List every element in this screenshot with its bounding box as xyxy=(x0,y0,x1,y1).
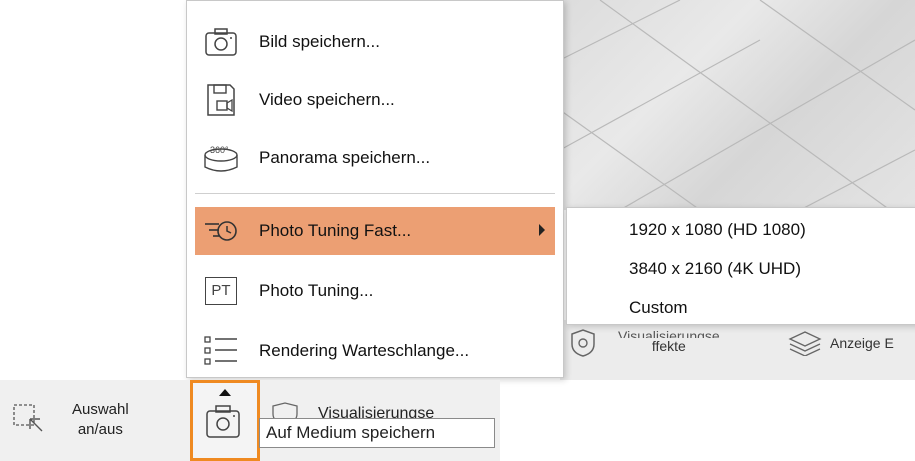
screen: Visualisierungse ffekte Anzeige E Bild s… xyxy=(0,0,915,461)
menu-item-label: Bild speichern... xyxy=(259,32,380,51)
menu-separator xyxy=(195,193,555,194)
save-context-menu: Bild speichern... Video speichern... 360… xyxy=(186,0,564,378)
resolution-submenu: 1920 x 1080 (HD 1080) 3840 x 2160 (4K UH… xyxy=(566,207,915,325)
submenu-item-custom[interactable]: Custom xyxy=(629,298,688,318)
submenu-arrow-icon xyxy=(539,224,545,236)
save-media-graphic xyxy=(206,389,240,438)
display-label: Anzeige E xyxy=(830,335,894,351)
visual-effects-tool[interactable]: Visualisierungse ffekte xyxy=(568,328,720,358)
panorama-360-icon: 360° xyxy=(203,140,239,176)
menu-item-photo-tuning-fast[interactable]: Photo Tuning Fast... xyxy=(195,207,555,255)
list-icon xyxy=(203,333,239,369)
visual-effects-label: Visualisierungse ffekte xyxy=(618,328,720,354)
submenu-item-4k-uhd[interactable]: 3840 x 2160 (4K UHD) xyxy=(629,259,801,279)
visual-effects-label-b: ffekte xyxy=(651,338,686,354)
floor-tiles xyxy=(560,0,915,210)
camera-icon xyxy=(203,24,239,60)
menu-item-render-queue[interactable]: Rendering Warteschlange... xyxy=(195,327,555,375)
floppy-video-icon xyxy=(203,82,239,118)
camera-icon xyxy=(206,410,240,438)
menu-item-label: Video speichern... xyxy=(259,90,395,109)
3d-viewport[interactable] xyxy=(560,0,915,210)
menu-item-save-image[interactable]: Bild speichern... xyxy=(195,18,555,66)
selection-label-1: Auswahl xyxy=(72,401,129,418)
pt-icon: PT xyxy=(203,273,239,309)
selection-toggle-button[interactable]: Auswahl an/aus xyxy=(12,400,129,440)
visual-effects-label-a: Visualisierungse xyxy=(618,328,720,338)
tooltip: Auf Medium speichern xyxy=(259,418,495,448)
menu-item-label: Rendering Warteschlange... xyxy=(259,341,470,360)
display-tool[interactable]: Anzeige E xyxy=(788,330,894,356)
background-toolbar: Visualisierungse ffekte Anzeige E xyxy=(560,320,915,380)
menu-item-label: Photo Tuning Fast... xyxy=(259,221,412,240)
menu-item-save-video[interactable]: Video speichern... xyxy=(195,76,555,124)
dropdown-up-arrow-icon xyxy=(219,389,231,396)
menu-item-save-panorama[interactable]: 360° Panorama speichern... xyxy=(195,134,555,182)
menu-item-label: Panorama speichern... xyxy=(259,148,431,167)
selection-label: Auswahl an/aus xyxy=(72,400,129,440)
photo-tuning-fast-icon xyxy=(203,213,239,249)
menu-item-photo-tuning[interactable]: PT Photo Tuning... xyxy=(195,267,555,315)
sun-shield-icon xyxy=(571,329,595,357)
layers-icon xyxy=(788,331,822,356)
selection-cursor-icon xyxy=(13,404,43,432)
panorama-icon-text: 360° xyxy=(210,145,229,155)
save-to-media-button[interactable] xyxy=(190,380,260,461)
submenu-item-hd1080[interactable]: 1920 x 1080 (HD 1080) xyxy=(629,220,806,240)
selection-label-2: an/aus xyxy=(77,421,123,438)
menu-item-label: Photo Tuning... xyxy=(259,281,374,300)
pt-icon-text: PT xyxy=(205,277,237,305)
